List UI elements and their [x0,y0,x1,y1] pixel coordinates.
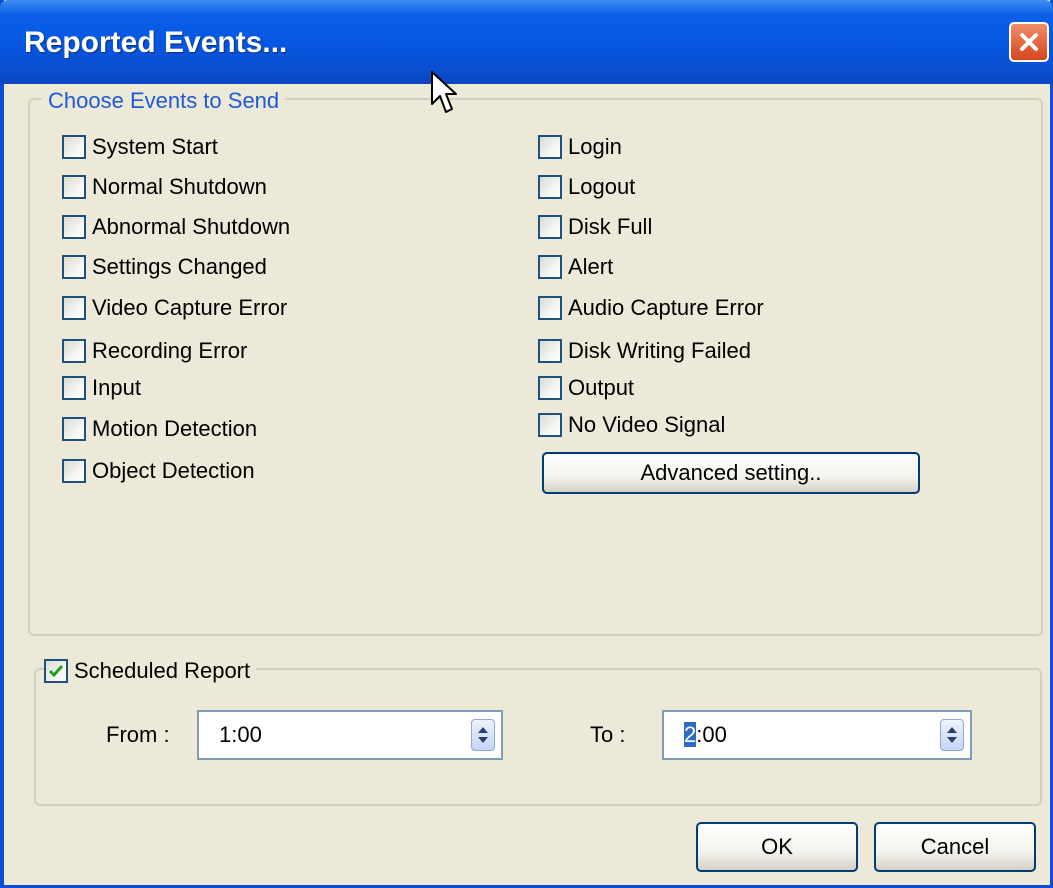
checkbox-audio-capture-error[interactable]: Audio Capture Error [538,293,764,323]
checkbox-abnormal-shutdown[interactable]: Abnormal Shutdown [62,212,290,242]
to-time-selected-digit: 2 [684,722,697,747]
checkbox-box[interactable] [538,135,562,159]
mouse-pointer-icon [431,71,457,113]
checkbox-box[interactable] [62,339,86,363]
checkbox-input[interactable]: Input [62,373,141,403]
checkbox-logout[interactable]: Logout [538,172,635,202]
checkbox-no-video-signal[interactable]: No Video Signal [538,410,725,440]
checkbox-label: Settings Changed [92,254,267,279]
spin-arrows-icon [478,727,488,743]
checkbox-label: Output [568,375,635,400]
checkbox-box[interactable] [62,459,86,483]
checkbox-disk-writing-failed[interactable]: Disk Writing Failed [538,336,751,366]
title-bar[interactable]: Reported Events... [0,0,1053,84]
checkbox-label: Video Capture Error [92,295,288,320]
checkbox-box[interactable] [538,175,562,199]
checkbox-label: Motion Detection [92,416,258,441]
checkbox-box[interactable] [538,296,562,320]
checkbox-login[interactable]: Login [538,132,622,162]
checkbox-label: Recording Error [92,338,248,363]
checkbox-video-capture-error[interactable]: Video Capture Error [62,293,287,323]
checkbox-label: Logout [568,174,636,199]
checkbox-box[interactable] [62,296,86,320]
checkbox-settings-changed[interactable]: Settings Changed [62,252,267,282]
checkbox-label: Input [92,375,141,400]
checkbox-label: System Start [92,134,218,159]
checkbox-disk-full[interactable]: Disk Full [538,212,652,242]
checkbox-label: Audio Capture Error [568,295,764,320]
to-time-spinner[interactable] [940,719,964,751]
checkbox-box[interactable] [538,339,562,363]
checkbox-box[interactable] [538,255,562,279]
checkmark-icon [48,665,64,678]
checkbox-box[interactable] [62,135,86,159]
checkbox-box[interactable] [538,376,562,400]
checkbox-box[interactable] [62,376,86,400]
checkbox-box[interactable] [62,255,86,279]
close-icon [1020,33,1038,51]
cancel-button[interactable]: Cancel [874,822,1036,872]
from-time-value: 1:00 [219,722,262,747]
dialog-window: Reported Events... Choose Events to Send… [0,0,1053,888]
checkbox-object-detection[interactable]: Object Detection [62,456,255,486]
from-time-field[interactable]: 1:00 [197,710,503,760]
checkbox-box[interactable] [44,659,68,683]
checkbox-output[interactable]: Output [538,373,634,403]
checkbox-label: Abnormal Shutdown [92,214,291,239]
checkbox-recording-error[interactable]: Recording Error [62,336,247,366]
checkbox-label: Disk Writing Failed [568,338,751,363]
checkbox-normal-shutdown[interactable]: Normal Shutdown [62,172,267,202]
to-time-rest: :00 [696,722,727,747]
checkbox-label: Login [568,134,622,159]
checkbox-box[interactable] [62,215,86,239]
checkbox-system-start[interactable]: System Start [62,132,218,162]
to-time-field[interactable]: 2:00 [662,710,972,760]
spin-arrows-icon [947,727,957,743]
checkbox-label: Scheduled Report [74,658,251,683]
checkbox-label: No Video Signal [568,412,726,437]
checkbox-box[interactable] [538,413,562,437]
to-time-value: 2:00 [684,722,727,748]
dialog-title: Reported Events... [24,26,288,59]
ok-button[interactable]: OK [696,822,858,872]
from-label: From : [106,722,170,747]
checkbox-scheduled-report[interactable]: Scheduled Report [44,656,257,686]
checkbox-box[interactable] [538,215,562,239]
to-label: To : [590,722,626,747]
checkbox-label: Disk Full [568,214,653,239]
checkbox-label: Object Detection [92,458,255,483]
checkbox-label: Alert [568,254,614,279]
checkbox-box[interactable] [62,175,86,199]
checkbox-box[interactable] [62,417,86,441]
advanced-setting-button[interactable]: Advanced setting.. [542,452,920,494]
checkbox-label: Normal Shutdown [92,174,267,199]
checkbox-motion-detection[interactable]: Motion Detection [62,414,257,444]
events-group-legend: Choose Events to Send [42,88,286,114]
from-time-spinner[interactable] [471,719,495,751]
close-button[interactable] [1009,22,1049,62]
checkbox-alert[interactable]: Alert [538,252,613,282]
